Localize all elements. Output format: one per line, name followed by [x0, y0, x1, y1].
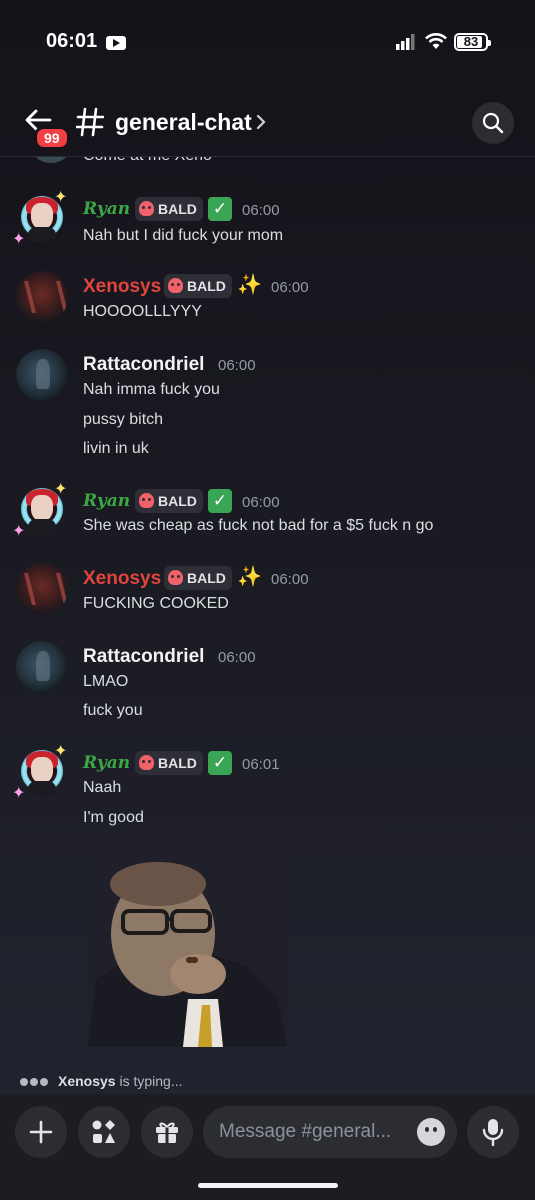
message-list[interactable]: Come at me Xeno ✦ ✦ Ryan BALD ✓ 06:00 Na…	[0, 157, 535, 1062]
screen-record-icon	[106, 36, 126, 50]
message-input[interactable]: Message #general...	[203, 1106, 457, 1158]
skull-icon	[168, 278, 183, 293]
check-icon: ✓	[208, 751, 232, 775]
message-text: livin in uk	[83, 440, 149, 457]
author-name[interactable]: Ryan	[83, 199, 130, 219]
typing-dots-icon	[20, 1073, 50, 1089]
message-text: Nah imma fuck you	[83, 381, 220, 398]
message-time: 06:00	[271, 571, 309, 588]
gift-button[interactable]	[141, 1106, 193, 1158]
battery-icon: 83	[454, 33, 491, 51]
message-text: HOOOOLLLYYY	[83, 303, 202, 320]
message-text: fuck you	[83, 702, 143, 719]
typing-text: is typing...	[119, 1073, 183, 1089]
role-badge: BALD	[135, 197, 203, 221]
unread-badge: 99	[34, 126, 70, 150]
role-badge: BALD	[164, 566, 232, 590]
avatar[interactable]	[16, 641, 68, 693]
role-badge: BALD	[135, 489, 203, 513]
channel-hash-icon	[76, 107, 104, 137]
sparkle-icon: ✦	[54, 743, 68, 760]
plus-icon	[29, 1120, 53, 1144]
emoji-icon[interactable]	[417, 1118, 445, 1146]
sparkle-icon: ✦	[12, 785, 26, 802]
sparkle-icon: ✦	[54, 481, 68, 498]
author-name[interactable]: Ryan	[83, 753, 130, 773]
message-text: LMAO	[83, 673, 129, 690]
voice-message-button[interactable]	[467, 1106, 519, 1158]
author-name[interactable]: Rattacondriel	[83, 354, 204, 376]
avatar[interactable]	[16, 563, 68, 615]
wifi-icon	[425, 33, 447, 49]
microphone-icon	[482, 1119, 504, 1146]
role-badge: BALD	[164, 274, 232, 298]
channel-title[interactable]: general-chat	[115, 109, 252, 136]
avatar[interactable]	[16, 271, 68, 323]
status-bar: 06:01 83	[0, 0, 535, 90]
message-time: 06:00	[242, 494, 280, 511]
message-time: 06:00	[242, 202, 280, 219]
typing-indicator: Xenosys is typing...	[20, 1073, 183, 1089]
message-text: Come at me Xeno	[83, 157, 212, 165]
author-name[interactable]: Rattacondriel	[83, 646, 204, 668]
message-text: Nah but I did fuck your mom	[83, 227, 284, 244]
message-input-placeholder: Message #general...	[219, 1121, 392, 1142]
status-time: 06:01	[46, 30, 98, 52]
wand-icon: ✨	[237, 566, 262, 588]
chevron-right-icon[interactable]	[256, 114, 266, 130]
battery-percent: 83	[463, 34, 479, 49]
message-text: FUCKING COOKED	[83, 595, 229, 612]
typing-user: Xenosys	[58, 1073, 116, 1089]
check-icon: ✓	[208, 197, 232, 221]
message-text: pussy bitch	[83, 411, 164, 428]
search-icon	[482, 112, 504, 134]
message-text: I'm good	[83, 809, 144, 826]
sparkle-icon: ✦	[12, 523, 26, 540]
message-time: 06:01	[242, 756, 280, 773]
wand-icon: ✨	[237, 274, 262, 296]
message-text: Naah	[83, 779, 122, 796]
sparkle-icon: ✦	[54, 189, 68, 206]
message-time: 06:00	[218, 649, 256, 666]
skull-icon	[139, 493, 154, 508]
cellular-signal-icon	[396, 34, 415, 50]
avatar[interactable]	[16, 349, 68, 401]
message-time: 06:00	[271, 279, 309, 296]
home-indicator	[198, 1183, 338, 1188]
message-text: She was cheap as fuck not bad for a $5 f…	[83, 517, 434, 534]
channel-header: 99 general-chat	[0, 96, 535, 156]
role-badge: BALD	[135, 751, 203, 775]
skull-icon	[139, 755, 154, 770]
avatar	[28, 157, 74, 163]
message-time: 06:00	[218, 357, 256, 374]
check-icon: ✓	[208, 489, 232, 513]
search-button[interactable]	[472, 102, 514, 144]
gif-attachment[interactable]	[88, 849, 287, 1047]
author-name[interactable]: Xenosys	[83, 276, 161, 298]
apps-button[interactable]	[78, 1106, 130, 1158]
apps-icon	[92, 1120, 115, 1143]
author-name[interactable]: Xenosys	[83, 568, 161, 590]
sparkle-icon: ✦	[12, 231, 26, 248]
gift-icon	[156, 1122, 178, 1143]
author-name[interactable]: Ryan	[83, 491, 130, 511]
skull-icon	[139, 201, 154, 216]
add-attachment-button[interactable]	[15, 1106, 67, 1158]
skull-icon	[168, 570, 183, 585]
